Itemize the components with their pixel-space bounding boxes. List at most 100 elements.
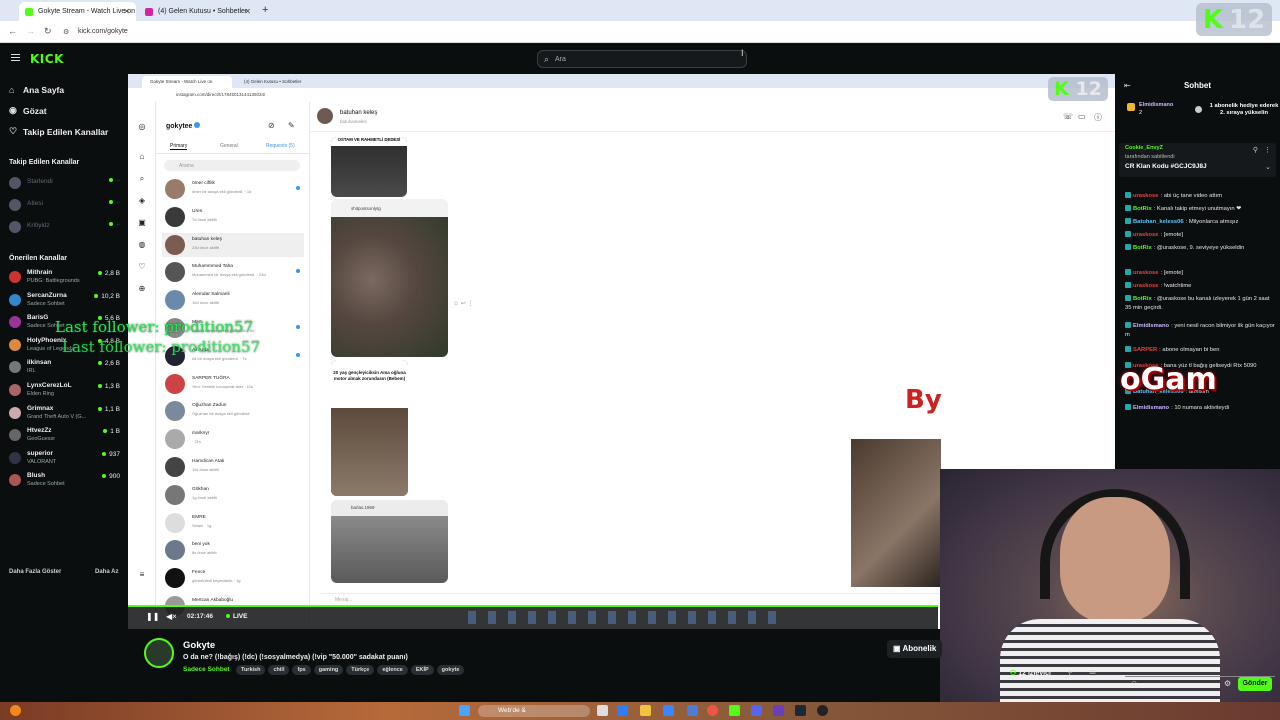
menu-icon[interactable]: ☰: [1089, 669, 1096, 678]
avatar: [165, 179, 185, 199]
search-icon: ⌕: [139, 174, 145, 183]
app-icon[interactable]: [773, 705, 784, 716]
pin-icon[interactable]: ⚲: [1253, 146, 1258, 154]
edge-icon[interactable]: [617, 705, 628, 716]
chat-input[interactable]: [1125, 669, 1275, 677]
recommended-channel[interactable]: superior VALORANT 937: [9, 450, 122, 468]
chat-title: Sohbet: [1183, 81, 1212, 90]
chat-username[interactable]: Elmidismano: [1133, 405, 1169, 411]
settings-icon[interactable]: ⚙: [1224, 679, 1231, 688]
chat-username[interactable]: uraskose: [1133, 270, 1158, 276]
avatar: [165, 262, 185, 283]
recommended-channel[interactable]: HtvezZz GeoGuessr 1 B: [9, 427, 122, 445]
os-taskbar: Web'de &: [0, 702, 1280, 720]
chat-text: Milyonlarca atmışız: [1188, 219, 1239, 225]
chat-username[interactable]: SARPER: [1133, 347, 1157, 353]
recommended-channel[interactable]: Blush Sadece Sohbet 900: [9, 472, 122, 490]
browser-tab-kick[interactable]: Gokyte Stream - Watch Live on ✕: [19, 2, 136, 21]
chat-username[interactable]: uraskose: [1133, 283, 1158, 289]
explorer-icon[interactable]: [640, 705, 651, 716]
followed-channel[interactable]: Kritiyidz ⌐: [9, 219, 122, 237]
volume-icon[interactable]: ◀×: [166, 612, 177, 621]
chat-username[interactable]: BotRix: [1133, 206, 1152, 212]
show-more-link[interactable]: Daha Fazla Göster: [9, 569, 61, 575]
crown-icon: [1127, 103, 1135, 111]
chat-username[interactable]: BotRix: [1133, 296, 1152, 302]
conversation-name: Gökhan: [192, 486, 209, 492]
conversation-name: batuhan keleş: [192, 236, 222, 242]
chat-username[interactable]: Batuhan_keless06: [1133, 219, 1184, 225]
kick-logo[interactable]: KICK: [30, 52, 64, 66]
obs-icon[interactable]: [817, 705, 828, 716]
conversation-preview: · 21s: [192, 439, 201, 445]
chat-username[interactable]: Elmidismano: [1133, 323, 1169, 329]
chat-username[interactable]: uraskose: [1133, 193, 1158, 199]
stream-tag[interactable]: eğlence: [377, 665, 408, 675]
steam-icon[interactable]: [795, 705, 806, 716]
conversation-name: Fence: [192, 570, 206, 576]
forward-icon[interactable]: →: [26, 26, 35, 36]
search-input[interactable]: ⌕ Ara: [537, 50, 747, 68]
more-icon[interactable]: ⋮: [1264, 146, 1271, 154]
stream-tag[interactable]: EKİP: [410, 665, 434, 675]
address-bar: ← → ↻ ⚙ kick.com/gokyte: [0, 21, 1280, 43]
store-icon[interactable]: [663, 705, 674, 716]
weather-icon[interactable]: [10, 705, 21, 716]
discord-icon[interactable]: [751, 705, 762, 716]
overlay-byline: By: [905, 385, 942, 415]
chrome-icon[interactable]: [707, 705, 718, 716]
close-tab-icon[interactable]: ✕: [244, 7, 251, 16]
chat-username[interactable]: uraskose: [1133, 232, 1158, 238]
stream-tag[interactable]: gokyte: [436, 665, 465, 675]
recommended-channel[interactable]: ilkinsan IRL 2,6 B: [9, 359, 122, 377]
tab-label: Gokyte Stream - Watch Live on: [38, 8, 135, 15]
stream-tag[interactable]: gaming: [313, 665, 344, 675]
avatar: [165, 401, 185, 422]
reload-icon[interactable]: ↻: [44, 26, 52, 37]
stream-tag[interactable]: Turkish: [236, 665, 266, 675]
back-icon[interactable]: ←: [8, 26, 17, 36]
chevron-down-icon[interactable]: ⌄: [1265, 163, 1271, 171]
verified-icon: [194, 122, 201, 128]
subscribe-button[interactable]: ▣ Abonelik: [887, 640, 943, 658]
taskbar-search[interactable]: Web'de &: [478, 705, 590, 717]
chat-username[interactable]: BotRix: [1133, 245, 1152, 251]
close-tab-icon[interactable]: ✕: [123, 7, 130, 16]
streamer-name[interactable]: Gokyte: [183, 640, 215, 651]
emote-icon[interactable]: ☺: [1130, 679, 1138, 688]
new-tab-icon[interactable]: +: [262, 4, 268, 16]
stream-tag[interactable]: Türkçe: [346, 665, 375, 675]
avatar: [9, 271, 21, 283]
recommended-channel[interactable]: SercanZurna Sadece Sohbet 10,2 B: [9, 292, 122, 310]
followed-channel[interactable]: Atlesi ⌐: [9, 197, 122, 215]
recommended-channel[interactable]: Grimnax Grand Theft Auto V (G... 1,1 B: [9, 405, 122, 423]
share-icon[interactable]: ⤴: [1064, 669, 1072, 680]
streamer-avatar[interactable]: [144, 638, 174, 668]
kick-app-icon[interactable]: [729, 705, 740, 716]
badge-icon: [1125, 192, 1131, 198]
channel-name: Grimnax: [27, 404, 54, 412]
menu-icon[interactable]: [11, 54, 20, 61]
nav-browse[interactable]: ◉ Gözat: [9, 105, 47, 116]
conversation-item: ömer ciftlik ömer bir dosya ekli gönderdi…: [162, 177, 304, 201]
start-icon[interactable]: [459, 705, 470, 716]
pause-icon[interactable]: ❚❚: [146, 612, 159, 621]
stream-tag[interactable]: fps: [292, 665, 311, 675]
url-field[interactable]: kick.com/gokyte: [78, 28, 128, 35]
browser-tab-instagram[interactable]: (4) Gelen Kutusu • Sohbetler ✕: [139, 2, 257, 21]
nav-home[interactable]: ⌂ Ana Sayfa: [9, 85, 64, 95]
stream-category[interactable]: Sadece Sohbet: [183, 666, 230, 673]
left-sidebar: ⌂ Ana Sayfa ◉ Gözat ♡ Takip Edilen Kanallar…: [0, 74, 128, 702]
nav-following[interactable]: ♡ Takip Edilen Kanallar: [9, 126, 108, 137]
show-less-link[interactable]: Daha Az: [95, 569, 118, 575]
app-icon[interactable]: [687, 705, 698, 716]
send-button[interactable]: Gönder: [1238, 677, 1272, 691]
stream-tag[interactable]: chill: [268, 665, 290, 675]
recommended-channel[interactable]: LynxCerezLoL Elden Ring 1,3 B: [9, 382, 122, 400]
search-placeholder: Ara: [555, 56, 566, 63]
site-info-icon[interactable]: ⚙: [63, 28, 69, 36]
followed-channel[interactable]: Starlendi ⌐: [9, 175, 122, 193]
task-view-icon[interactable]: [597, 705, 608, 716]
last-follower-overlay: Last follower: prodition57: [55, 318, 254, 336]
recommended-channel[interactable]: Mithrain PUBG: Battlegrounds 2,8 B: [9, 269, 122, 287]
